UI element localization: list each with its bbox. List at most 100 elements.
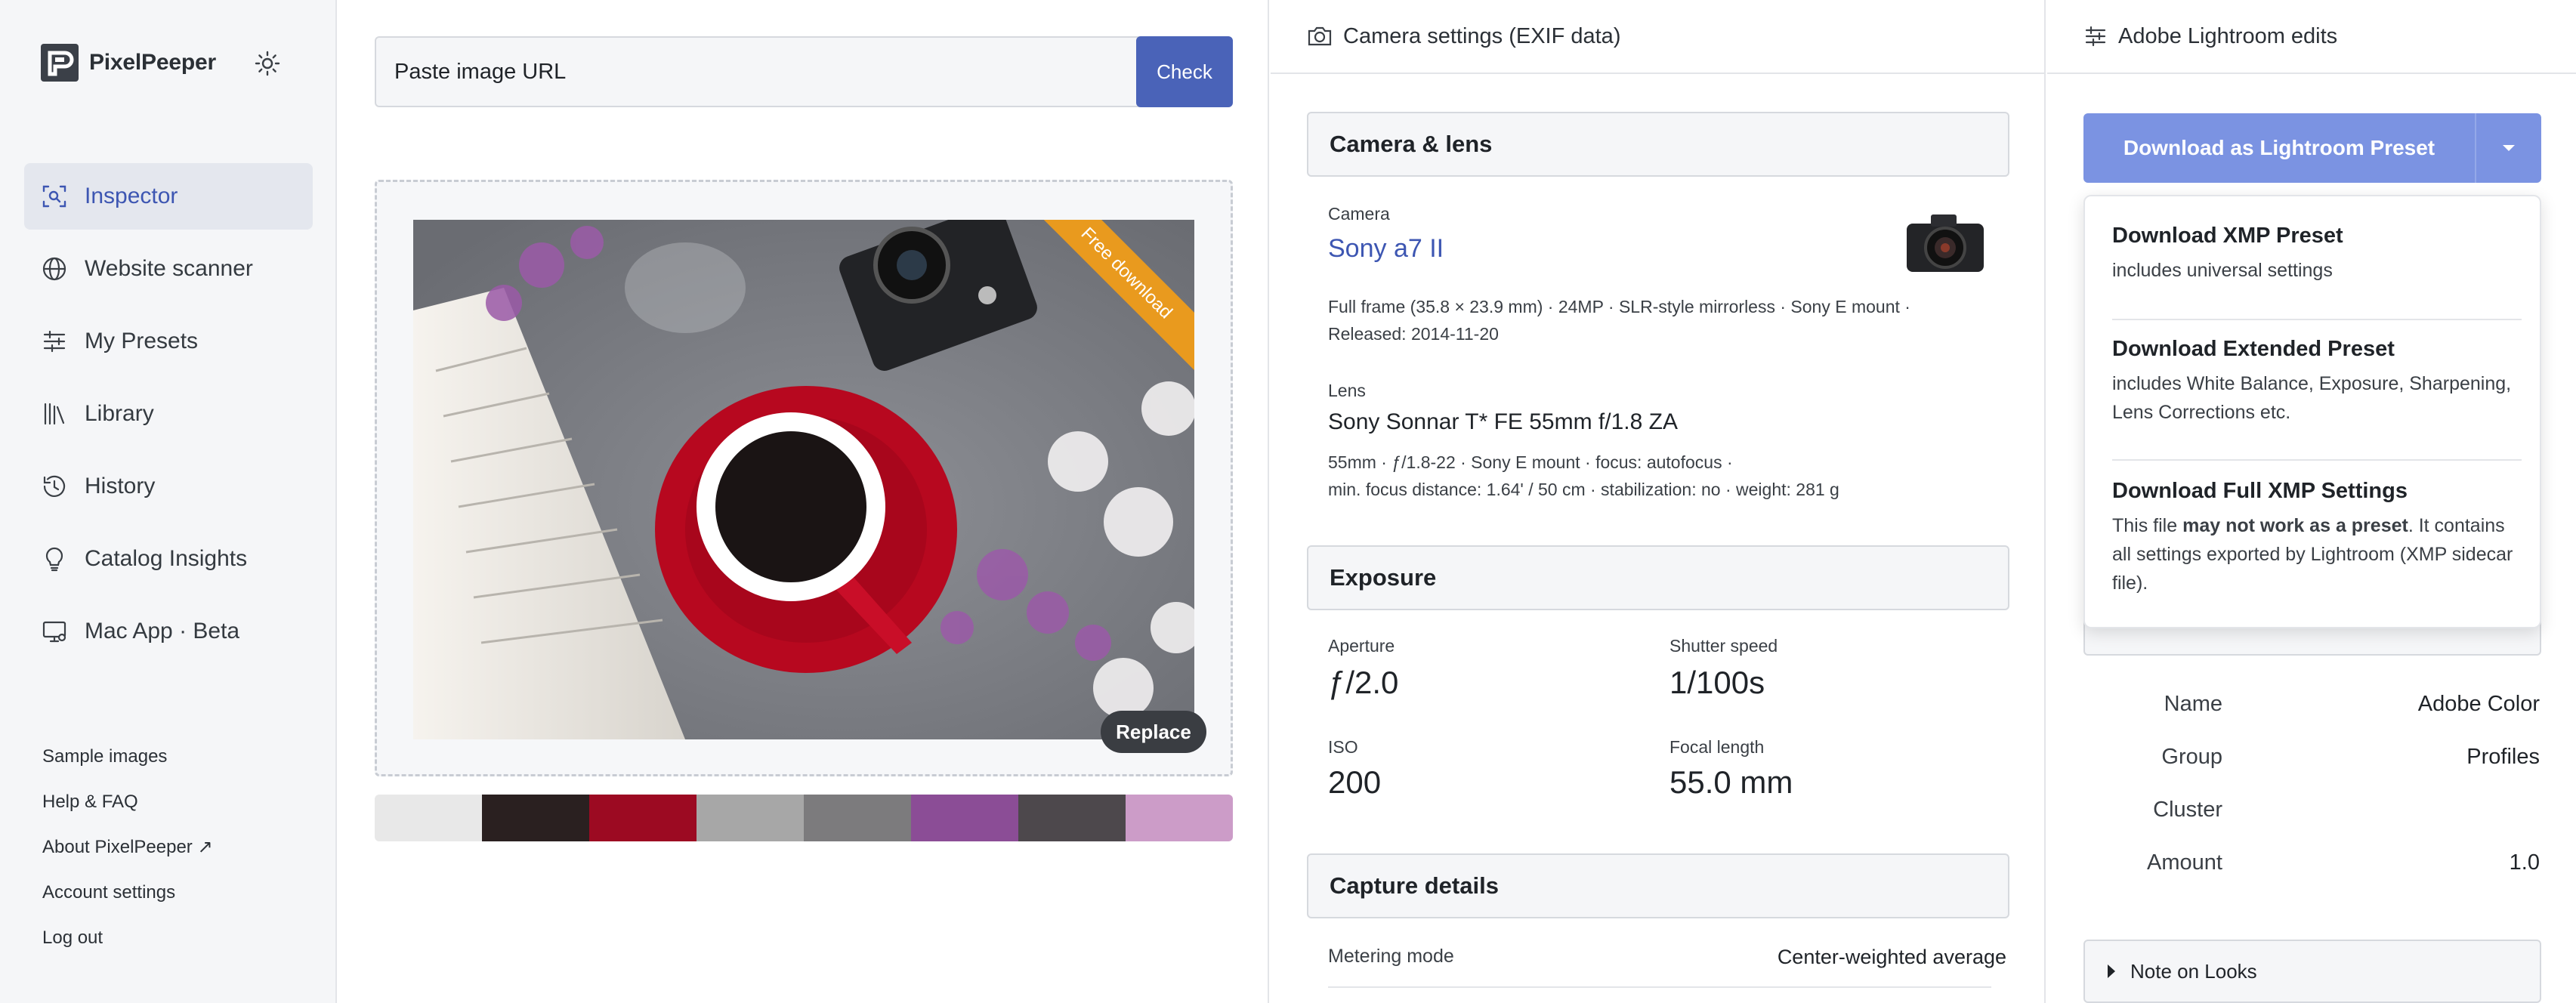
link-help-faq[interactable]: Help & FAQ bbox=[42, 789, 213, 834]
shutter-label: Shutter speed bbox=[1669, 636, 1778, 656]
caret-right-icon bbox=[2108, 964, 2115, 978]
link-log-out[interactable]: Log out bbox=[42, 924, 213, 970]
palette-swatch[interactable] bbox=[697, 795, 804, 841]
menu-item-desc: includes White Balance, Exposure, Sharpe… bbox=[2112, 373, 2512, 423]
menu-divider bbox=[2112, 459, 2522, 461]
lightroom-header-title: Adobe Lightroom edits bbox=[2118, 23, 2338, 48]
capture-details-section-header[interactable]: Capture details bbox=[1307, 853, 2009, 918]
desc-text: This file bbox=[2112, 515, 2183, 536]
lens-specs-line-1: 55mm · ƒ/1.8-22 · Sony E mount · focus: … bbox=[1328, 452, 1733, 472]
globe-icon bbox=[42, 257, 66, 281]
exif-header-title: Camera settings (EXIF data) bbox=[1343, 23, 1621, 48]
nav-item-history[interactable]: History bbox=[24, 453, 313, 520]
shutter-value: 1/100s bbox=[1669, 665, 1765, 700]
profile-group-label: Group bbox=[2161, 745, 2222, 769]
nav-label-catalog-insights: Catalog Insights bbox=[85, 546, 248, 571]
link-about[interactable]: About PixelPeeper ↗ bbox=[42, 834, 213, 879]
brand-logo[interactable]: PixelPeeper bbox=[41, 44, 216, 82]
aperture-value: ƒ/2.0 bbox=[1328, 665, 1399, 700]
focal-length-value: 55.0 mm bbox=[1669, 764, 1793, 800]
download-preset-button[interactable]: Download as Lightroom Preset bbox=[2083, 113, 2475, 183]
focal-length-label: Focal length bbox=[1669, 737, 1765, 757]
inspector-icon bbox=[42, 185, 66, 208]
exif-panel: Camera settings (EXIF data) Camera & len… bbox=[1271, 0, 2046, 1003]
aperture-label: Aperture bbox=[1328, 636, 1395, 656]
history-icon bbox=[43, 475, 66, 497]
nav-label-mac-app: Mac App · Beta bbox=[85, 619, 240, 643]
sliders-icon bbox=[43, 330, 66, 353]
download-options-toggle[interactable] bbox=[2475, 113, 2541, 183]
profile-name-label: Name bbox=[2164, 692, 2222, 716]
palette-swatch[interactable] bbox=[1126, 795, 1233, 841]
profile-cluster-label: Cluster bbox=[2153, 798, 2222, 822]
sidebar: PixelPeeper Inspector Website scanner My… bbox=[0, 0, 337, 1003]
uploaded-photo: Free download bbox=[413, 220, 1194, 739]
menu-item-xmp-preset[interactable]: Download XMP Preset includes universal s… bbox=[2112, 224, 2520, 285]
sliders-icon bbox=[2085, 26, 2106, 47]
lens-specs-line-2: min. focus distance: 1.64' / 50 cm · sta… bbox=[1328, 480, 1839, 499]
note-on-looks-label: Note on Looks bbox=[2130, 959, 2257, 983]
nav-label-history: History bbox=[85, 474, 156, 498]
camera-lens-section-header[interactable]: Camera & lens bbox=[1307, 112, 2009, 177]
lens-specs: 55mm · ƒ/1.8-22 · Sony E mount · focus: … bbox=[1328, 449, 1839, 503]
nav-label-my-presets: My Presets bbox=[85, 329, 199, 353]
palette-swatch[interactable] bbox=[911, 795, 1018, 841]
theme-toggle-button[interactable] bbox=[252, 48, 283, 79]
palette-swatch[interactable] bbox=[1018, 795, 1126, 841]
palette-swatch[interactable] bbox=[482, 795, 589, 841]
menu-item-extended-preset[interactable]: Download Extended Preset includes White … bbox=[2112, 337, 2520, 427]
nav-label-inspector: Inspector bbox=[85, 184, 178, 208]
sidebar-footer-links: Sample images Help & FAQ About PixelPeep… bbox=[42, 743, 213, 970]
nav-item-website-scanner[interactable]: Website scanner bbox=[24, 236, 313, 302]
camera-label: Camera bbox=[1328, 204, 1390, 224]
image-dropzone[interactable]: Free download Replace bbox=[375, 180, 1233, 776]
camera-specs: Full frame (35.8 × 23.9 mm) · 24MP · SLR… bbox=[1328, 293, 1910, 347]
camera-thumbnail-icon bbox=[1907, 214, 1984, 272]
caret-down-icon bbox=[2503, 145, 2515, 151]
menu-item-desc: This file may not work as a preset. It c… bbox=[2112, 511, 2520, 597]
iso-value: 200 bbox=[1328, 764, 1382, 800]
profile-group-value: Profiles bbox=[2466, 745, 2540, 769]
camera-name-link[interactable]: Sony a7 II bbox=[1328, 234, 1444, 264]
header-divider bbox=[2047, 73, 2576, 74]
image-url-input[interactable] bbox=[375, 36, 1148, 107]
palette-swatch[interactable] bbox=[589, 795, 697, 841]
link-account-settings[interactable]: Account settings bbox=[42, 879, 213, 924]
metering-mode-value: Center-weighted average bbox=[1777, 946, 2006, 968]
camera-specs-line-1: Full frame (35.8 × 23.9 mm) · 24MP · SLR… bbox=[1328, 297, 1910, 316]
note-on-looks-toggle[interactable]: Note on Looks bbox=[2083, 940, 2541, 1003]
pixelpeeper-logo-icon bbox=[41, 44, 79, 82]
lightroom-panel: Adobe Lightroom edits Download as Lightr… bbox=[2047, 0, 2576, 1003]
monitor-icon bbox=[42, 621, 66, 643]
menu-divider bbox=[2112, 319, 2522, 320]
nav-item-library[interactable]: Library bbox=[24, 381, 313, 447]
nav-item-inspector[interactable]: Inspector bbox=[24, 163, 313, 230]
menu-item-title: Download Extended Preset bbox=[2112, 337, 2395, 361]
palette-swatch[interactable] bbox=[375, 795, 482, 841]
exposure-section-header[interactable]: Exposure bbox=[1307, 545, 2009, 610]
camera-icon bbox=[1308, 26, 1332, 46]
sun-icon bbox=[255, 51, 280, 76]
lightroom-header: Adobe Lightroom edits bbox=[2083, 21, 2337, 51]
nav-label-website-scanner: Website scanner bbox=[85, 256, 253, 281]
menu-item-title: Download Full XMP Settings bbox=[2112, 479, 2408, 503]
palette-swatch[interactable] bbox=[804, 795, 911, 841]
lightbulb-icon bbox=[45, 547, 63, 572]
nav-item-catalog-insights[interactable]: Catalog Insights bbox=[24, 526, 313, 592]
nav-item-my-presets[interactable]: My Presets bbox=[24, 308, 313, 375]
nav-label-library: Library bbox=[85, 401, 154, 426]
nav-item-mac-app[interactable]: Mac App · Beta bbox=[24, 598, 313, 665]
check-button[interactable]: Check bbox=[1136, 36, 1233, 107]
desc-warning: may not work as a preset bbox=[2182, 515, 2408, 536]
menu-item-desc: includes universal settings bbox=[2112, 260, 2333, 281]
header-divider bbox=[1271, 73, 2044, 74]
photo-illustration bbox=[413, 220, 1194, 739]
row-divider bbox=[1328, 986, 1991, 988]
link-sample-images[interactable]: Sample images bbox=[42, 743, 213, 789]
menu-item-title: Download XMP Preset bbox=[2112, 224, 2343, 248]
profile-amount-label: Amount bbox=[2147, 850, 2222, 875]
lens-label: Lens bbox=[1328, 381, 1366, 400]
menu-item-full-xmp[interactable]: Download Full XMP Settings This file may… bbox=[2112, 479, 2520, 597]
camera-specs-line-2: Released: 2014-11-20 bbox=[1328, 324, 1499, 344]
replace-image-button[interactable]: Replace bbox=[1101, 711, 1206, 753]
